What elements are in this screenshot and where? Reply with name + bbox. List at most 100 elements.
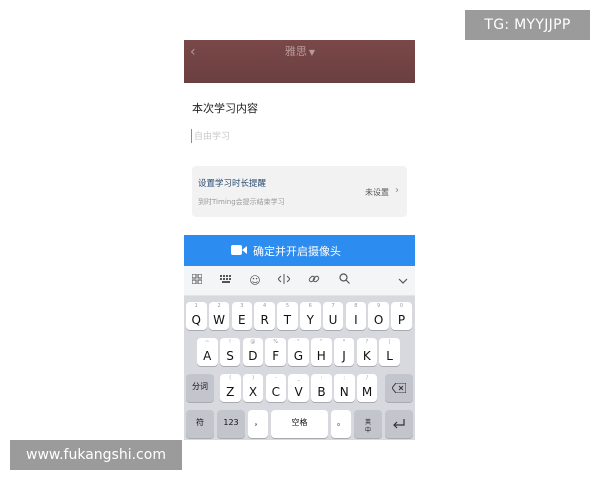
subject-selector[interactable]: 雅思 ▼ (272, 44, 328, 60)
key-hint: 8 (354, 303, 358, 309)
enter-key[interactable] (385, 410, 413, 438)
key-r[interactable]: 4R (254, 302, 275, 330)
reminder-title: 设置学习时长提醒 (198, 179, 267, 189)
key-label: P (397, 313, 406, 327)
key-f[interactable]: % F (265, 338, 286, 366)
key-u[interactable]: 7U (322, 302, 344, 330)
key-hint: 5 (285, 303, 290, 309)
key-l[interactable]: | L (379, 338, 400, 366)
key-hint: ) (252, 375, 255, 381)
key-w[interactable]: 2W (208, 302, 230, 330)
link-icon[interactable] (306, 273, 322, 289)
key-hint: / (366, 375, 368, 381)
key-d[interactable]: @ D (242, 338, 264, 366)
key-label: L (386, 349, 393, 363)
key-hint: 3 (240, 303, 244, 309)
chevron-left-icon[interactable]: ‹ (190, 45, 204, 59)
key-y[interactable]: 6Y (300, 302, 321, 330)
reminder-subtitle: 到时Timing会提示结束学习 (198, 198, 285, 206)
key-hint: ? (365, 339, 369, 345)
comma-key[interactable]: ， (248, 410, 268, 438)
key-label: X (248, 385, 258, 399)
key-hint: 9 (377, 303, 381, 309)
reminder-setting-row[interactable]: 设置学习时长提醒 到时Timing会提示结束学习 未设置 › (192, 166, 407, 217)
key-hint: ; (343, 375, 346, 381)
start-camera-button[interactable]: 确定并开启摄像头 (184, 235, 415, 266)
key-hint: ( (229, 375, 232, 381)
key-label: W (213, 313, 225, 327)
key-label: A (203, 349, 212, 363)
key-k[interactable]: ? K (356, 338, 378, 366)
key-label: T (283, 313, 292, 327)
key-hint: @ (250, 339, 256, 345)
key-t[interactable]: 5T (277, 302, 298, 330)
key-j[interactable]: * J (333, 338, 355, 366)
key-q[interactable]: 1Q (186, 302, 207, 330)
collapse-icon[interactable] (395, 273, 411, 289)
key-label: E (238, 313, 246, 327)
start-camera-label: 确定并开启摄像头 (253, 245, 341, 258)
caret-down-icon: ▼ (308, 48, 316, 57)
key-c[interactable]: -C (265, 374, 287, 402)
screenshot-canvas: TG: MYYJJPP www.fukangshi.com ‹ 雅思 ▼ 本次学习… (0, 0, 600, 480)
key-h[interactable]: " H (311, 338, 332, 366)
key-label: K (362, 349, 371, 363)
study-content-input[interactable] (191, 129, 391, 143)
key-b[interactable]: :B (311, 374, 332, 402)
backspace-key[interactable] (385, 374, 413, 402)
key-g[interactable]: " G (288, 338, 309, 366)
keyboard-icon[interactable] (218, 273, 234, 289)
key-label: O (373, 313, 384, 327)
key-hint: % (273, 339, 279, 345)
key-i[interactable]: 8I (345, 302, 367, 330)
key-label: B (317, 385, 326, 399)
key-label: J (342, 349, 346, 363)
number-key[interactable]: 123 (217, 410, 245, 438)
key-hint: " (320, 339, 323, 345)
segment-key[interactable]: 分词 (186, 374, 214, 402)
grid-icon[interactable] (189, 273, 205, 289)
key-hint: 2 (217, 303, 221, 309)
key-label: R (260, 313, 269, 327)
key-hint: ~ (205, 339, 210, 345)
cursor-icon[interactable] (276, 273, 292, 289)
period-key[interactable]: 。 (331, 410, 351, 438)
key-hint: _ (297, 375, 300, 381)
key-z[interactable]: (Z (220, 374, 241, 402)
key-a[interactable]: ~ A (197, 338, 218, 366)
key-hint: * (342, 339, 346, 345)
app-header: ‹ 雅思 ▼ (184, 40, 415, 83)
key-label: F (272, 349, 280, 363)
key-hint: | (388, 339, 391, 345)
key-m[interactable]: / M (356, 374, 378, 402)
key-hint: ! (229, 339, 232, 345)
key-e[interactable]: 3E (231, 302, 253, 330)
reminder-value: 未设置 (365, 188, 389, 197)
tg-watermark: TG: MYYJJPP (465, 10, 590, 40)
key-hint: 4 (263, 303, 267, 309)
enter-icon (393, 419, 405, 429)
key-label: Q (191, 313, 201, 327)
key-v[interactable]: _ V (288, 374, 309, 402)
symbol-key[interactable]: 符 (186, 410, 214, 438)
keyboard-toolbar: ☺ (184, 266, 415, 296)
emoji-icon[interactable]: ☺ (247, 273, 263, 289)
key-label: V (294, 385, 303, 399)
key-p[interactable]: 0P (391, 302, 412, 330)
key-n[interactable]: ; N (334, 374, 355, 402)
key-label: S (226, 349, 234, 363)
chevron-right-icon: › (395, 185, 399, 196)
key-s[interactable]: ! S (219, 338, 241, 366)
keyboard-body: 1Q2W3E4R5T6Y7U8I9O0P ~ A! S @ D% F " G " H * J? K | L … (184, 296, 415, 440)
video-camera-icon (231, 245, 247, 255)
key-x[interactable]: ) X (242, 374, 264, 402)
space-key[interactable]: 空格 (271, 410, 328, 438)
search-icon[interactable] (336, 273, 352, 289)
key-o[interactable]: 9O (368, 302, 389, 330)
key-hint: 1 (194, 303, 198, 309)
key-hint: 6 (308, 303, 312, 309)
key-label: N (339, 385, 349, 399)
language-switch-key[interactable]: 英 中 (354, 410, 382, 438)
key-label: U (328, 313, 338, 327)
key-label: H (316, 349, 326, 363)
